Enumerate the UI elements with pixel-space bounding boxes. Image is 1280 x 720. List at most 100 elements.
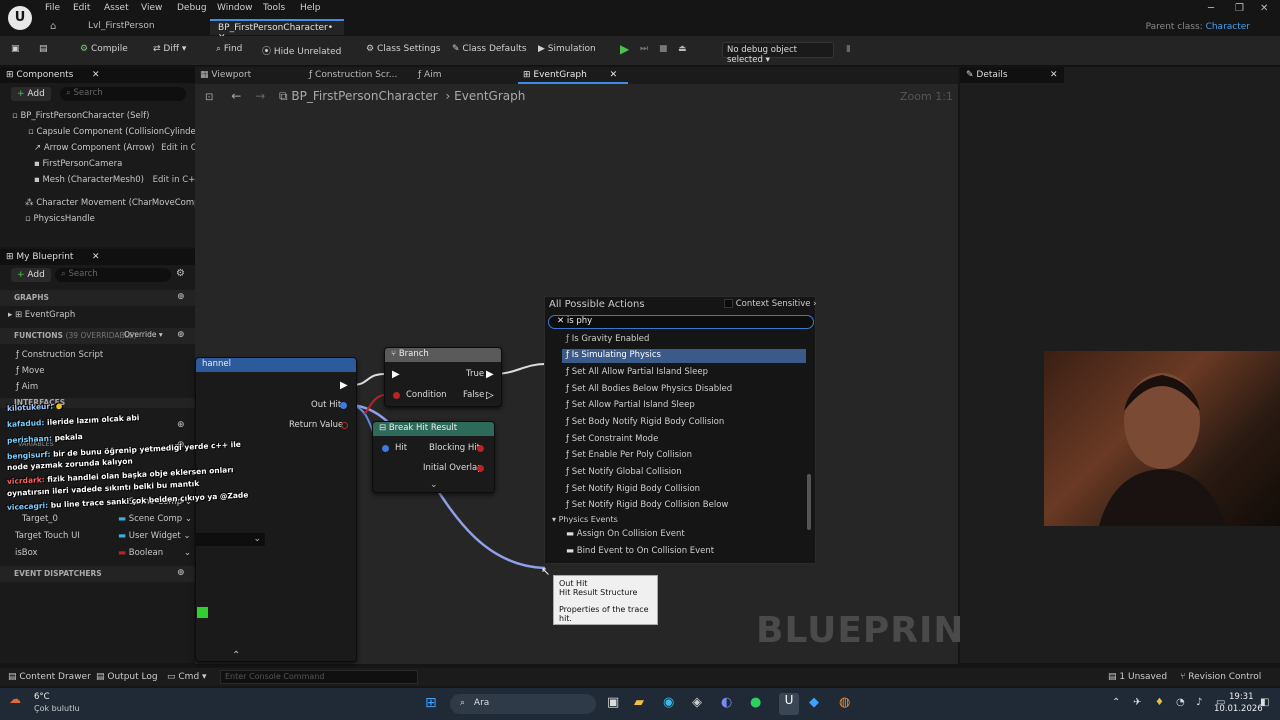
out-hit-pin[interactable] bbox=[340, 402, 347, 409]
settings-gear-icon[interactable]: ⚙ bbox=[176, 268, 185, 279]
file-explorer-icon[interactable]: ▰ bbox=[634, 695, 644, 710]
unreal-logo-icon[interactable]: U bbox=[8, 6, 32, 30]
action-search-input[interactable]: ✕ is phy bbox=[548, 315, 814, 329]
add-graph-icon[interactable]: ⊕ bbox=[177, 292, 185, 302]
content-drawer-button[interactable]: ▤ Content Drawer bbox=[8, 672, 91, 682]
clear-search-icon[interactable]: ✕ bbox=[557, 316, 564, 326]
task-view-icon[interactable]: ▣ bbox=[607, 695, 619, 710]
unreal-taskbar-icon[interactable]: U bbox=[779, 693, 799, 715]
action-item-selected[interactable]: ƒ Is Simulating Physics bbox=[562, 349, 806, 363]
color-swatch[interactable] bbox=[197, 607, 208, 618]
unsaved-indicator[interactable]: ▤ 1 Unsaved bbox=[1108, 672, 1167, 682]
chevron-icon[interactable]: ⌄ bbox=[183, 531, 190, 541]
component-camera[interactable]: ▪ FirstPersonCamera bbox=[34, 159, 122, 169]
override-dropdown[interactable]: Override ▾ bbox=[124, 330, 163, 339]
home-icon[interactable]: ⌂ bbox=[50, 21, 56, 32]
doc-tab-blueprint[interactable]: BP_FirstPersonCharacter• ✕ bbox=[210, 19, 344, 43]
blueprint-search-input[interactable]: ⌕ Search bbox=[55, 268, 171, 282]
close-icon[interactable]: ✕ bbox=[92, 252, 100, 262]
return-value-pin[interactable] bbox=[341, 422, 348, 429]
play-icon[interactable]: ▶ bbox=[620, 42, 629, 56]
chevron-icon[interactable]: ⌄ bbox=[184, 548, 191, 558]
component-physics-handle[interactable]: ▫ PhysicsHandle bbox=[25, 214, 95, 224]
app-icon[interactable]: ◆ bbox=[809, 695, 819, 710]
function-item[interactable]: ƒ Move bbox=[16, 366, 45, 376]
exec-out-pin[interactable]: ▶ bbox=[340, 380, 348, 391]
find-button[interactable]: ⌕ Find bbox=[216, 44, 242, 54]
notification-icon[interactable]: ◧ bbox=[1260, 697, 1269, 708]
weather-icon[interactable]: ☁ bbox=[9, 692, 21, 706]
debug-filter-icon[interactable]: ▮ bbox=[846, 44, 851, 54]
action-item[interactable]: ƒ Set Notify Rigid Body Collision bbox=[562, 483, 806, 497]
menu-debug[interactable]: Debug bbox=[177, 3, 207, 13]
chevron-icon[interactable]: ⌄ bbox=[185, 514, 192, 524]
false-exec-pin[interactable]: ▷ bbox=[486, 390, 494, 401]
menu-help[interactable]: Help bbox=[300, 3, 321, 13]
function-item[interactable]: ƒ Aim bbox=[16, 382, 38, 392]
compile-button[interactable]: ⚙ Compile bbox=[80, 44, 128, 54]
true-exec-pin[interactable]: ▶ bbox=[486, 369, 494, 380]
menu-edit[interactable]: Edit bbox=[73, 3, 90, 13]
hide-unrelated-button[interactable]: ⦿ Hide Unrelated bbox=[262, 44, 341, 57]
tray-wifi-icon[interactable]: ◔ bbox=[1176, 697, 1185, 708]
menu-window[interactable]: Window bbox=[217, 3, 253, 13]
menu-view[interactable]: View bbox=[141, 3, 162, 13]
action-item[interactable]: ƒ Set Allow Partial Island Sleep bbox=[562, 399, 806, 413]
simulation-button[interactable]: ▶ Simulation bbox=[538, 44, 596, 54]
output-log-button[interactable]: ▤ Output Log bbox=[96, 672, 158, 682]
component-movement[interactable]: ⁂ Character Movement (CharMoveComp) bbox=[25, 198, 203, 208]
step-icon[interactable]: ⏭ bbox=[640, 44, 648, 54]
console-input[interactable]: Enter Console Command bbox=[220, 670, 418, 684]
dispatchers-section-header[interactable]: EVENT DISPATCHERS ⊕ bbox=[0, 566, 195, 582]
tray-mic-icon[interactable]: ♦ bbox=[1155, 697, 1164, 708]
action-item[interactable]: ▬ Bind Event to On Collision Event bbox=[562, 545, 806, 559]
stop-icon[interactable]: ■ bbox=[659, 44, 668, 54]
tray-network-icon[interactable]: ✈ bbox=[1133, 697, 1141, 708]
spotify-icon[interactable]: ● bbox=[750, 695, 761, 710]
discord-icon[interactable]: ◐ bbox=[721, 695, 732, 710]
save-icon[interactable]: ▣ bbox=[11, 44, 20, 54]
node-header[interactable]: hannel bbox=[196, 358, 356, 372]
tab-eventgraph[interactable]: ⊞ EventGraph ✕ bbox=[523, 70, 617, 80]
checkbox[interactable] bbox=[724, 299, 733, 308]
action-item[interactable]: ▬ Assign On Collision Event bbox=[562, 528, 806, 542]
components-tab[interactable]: ⊞ Components ✕ bbox=[0, 67, 195, 83]
menu-tools[interactable]: Tools bbox=[263, 3, 285, 13]
maximize-icon[interactable]: ❐ bbox=[1235, 3, 1244, 14]
blocking-hit-pin[interactable] bbox=[477, 445, 484, 452]
component-capsule[interactable]: ▫ Capsule Component (CollisionCylinder) bbox=[28, 127, 203, 137]
trace-dropdown[interactable]: ⌄ bbox=[195, 533, 265, 546]
action-item[interactable]: ƒ Set Body Notify Rigid Body Collision bbox=[562, 416, 806, 430]
condition-pin[interactable] bbox=[393, 392, 400, 399]
add-component-button[interactable]: + Add bbox=[11, 87, 51, 101]
action-item[interactable]: ƒ Set All Bodies Below Physics Disabled bbox=[562, 383, 806, 397]
close-icon[interactable]: ✕ bbox=[92, 70, 100, 80]
clock-time[interactable]: 19:31 bbox=[1229, 692, 1254, 702]
cmd-dropdown[interactable]: ▭ Cmd ▾ bbox=[167, 672, 207, 682]
revision-control-button[interactable]: ⑂ Revision Control bbox=[1180, 672, 1261, 682]
menu-asset[interactable]: Asset bbox=[104, 3, 129, 13]
close-icon[interactable]: ✕ bbox=[1050, 70, 1058, 80]
edge-icon[interactable]: ◉ bbox=[663, 695, 674, 710]
exec-in-pin[interactable]: ▶ bbox=[392, 369, 400, 380]
add-member-button[interactable]: + Add bbox=[11, 268, 51, 282]
action-item[interactable]: ƒ Set Notify Rigid Body Collision Below bbox=[562, 499, 806, 513]
hit-pin[interactable] bbox=[382, 445, 389, 452]
close-tab-icon[interactable]: ✕ bbox=[610, 70, 618, 80]
close-window-icon[interactable]: ✕ bbox=[1260, 3, 1268, 14]
graphs-section-header[interactable]: GRAPHS ⊕ bbox=[0, 290, 195, 306]
variable-type[interactable]: ▬ Scene Comp ⌄ bbox=[118, 514, 192, 524]
component-self[interactable]: ▫ BP_FirstPersonCharacter (Self) bbox=[12, 111, 149, 121]
variable-row[interactable]: Target_0 bbox=[22, 514, 58, 524]
taskbar-search[interactable]: ⌕ Ara bbox=[450, 694, 596, 714]
function-item[interactable]: ƒ Construction Script bbox=[16, 350, 103, 360]
variable-row[interactable]: Target Touch UI bbox=[15, 531, 80, 541]
action-item[interactable]: ƒ Set Notify Global Collision bbox=[562, 466, 806, 480]
debug-object-select[interactable]: No debug object selected ▾ bbox=[722, 42, 834, 65]
action-item[interactable]: ƒ Set All Allow Partial Island Sleep bbox=[562, 366, 806, 380]
chevron-up-icon[interactable]: ⌃ bbox=[232, 650, 240, 661]
add-dispatcher-icon[interactable]: ⊕ bbox=[177, 568, 185, 578]
my-blueprint-tab[interactable]: ⊞ My Blueprint ✕ bbox=[0, 249, 195, 265]
add-interface-icon[interactable]: ⊕ bbox=[177, 420, 185, 430]
action-item[interactable]: ƒ Is Gravity Enabled bbox=[562, 333, 806, 347]
